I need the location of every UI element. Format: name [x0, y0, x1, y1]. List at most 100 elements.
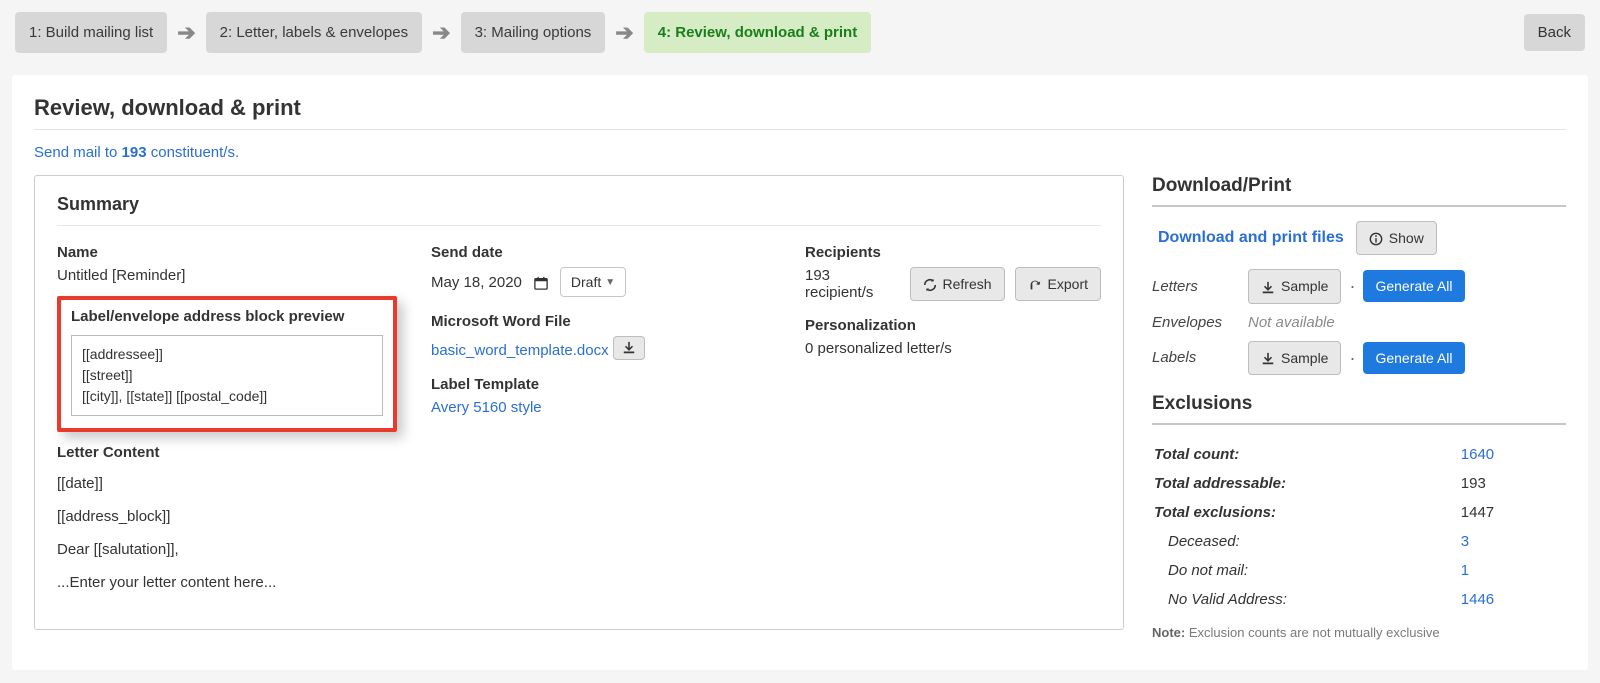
- download-icon: [1261, 350, 1275, 366]
- download-word-button[interactable]: [613, 336, 645, 360]
- label-template-label: Label Template: [431, 376, 791, 393]
- word-file-link[interactable]: basic_word_template.docx: [431, 342, 609, 359]
- preview-line: [[street]]: [82, 365, 372, 386]
- send-mail-count: 193: [122, 144, 147, 161]
- side-panel: Download/Print Download and print files …: [1152, 175, 1566, 640]
- refresh-label: Refresh: [943, 276, 992, 292]
- info-icon: [1369, 230, 1383, 246]
- name-value: Untitled [Reminder]: [57, 267, 417, 284]
- deceased-value[interactable]: 3: [1461, 533, 1469, 550]
- chevron-down-icon: ▼: [605, 277, 615, 288]
- dnm-value[interactable]: 1: [1461, 562, 1469, 579]
- word-file-label: Microsoft Word File: [431, 313, 791, 330]
- envelopes-row-label: Envelopes: [1152, 314, 1240, 331]
- arrow-icon: ➔: [615, 20, 633, 46]
- sample-label: Sample: [1281, 350, 1328, 366]
- download-heading: Download/Print: [1152, 175, 1566, 197]
- step-2[interactable]: 2: Letter, labels & envelopes: [206, 12, 422, 53]
- preview-label: Label/envelope address block preview: [71, 308, 383, 325]
- labels-sample-button[interactable]: Sample: [1248, 341, 1341, 375]
- show-button[interactable]: Show: [1356, 221, 1437, 255]
- table-row: Do not mail: 1: [1154, 557, 1564, 584]
- divider: [34, 129, 1566, 130]
- address-preview-highlight: Label/envelope address block preview [[a…: [57, 296, 397, 432]
- letter-content-label: Letter Content: [57, 444, 417, 461]
- name-label: Name: [57, 244, 417, 261]
- step-1[interactable]: 1: Build mailing list: [15, 12, 167, 53]
- status-label: Draft: [571, 274, 601, 290]
- letters-sample-button[interactable]: Sample: [1248, 269, 1341, 303]
- calendar-icon[interactable]: [534, 274, 548, 291]
- recipients-value: 193 recipient/s: [805, 267, 900, 301]
- download-icon: [1261, 278, 1275, 294]
- step-3[interactable]: 3: Mailing options: [461, 12, 606, 53]
- letters-row-label: Letters: [1152, 278, 1240, 295]
- show-label: Show: [1389, 230, 1424, 246]
- page-panel: Review, download & print Send mail to 19…: [12, 75, 1588, 670]
- wizard-steps-bar: 1: Build mailing list ➔ 2: Letter, label…: [0, 0, 1600, 65]
- col-recipients: Recipients 193 recipient/s Refresh Expor…: [805, 244, 1101, 599]
- label-template-link[interactable]: Avery 5160 style: [431, 399, 542, 416]
- refresh-button[interactable]: Refresh: [910, 267, 1005, 301]
- total-addressable-label: Total addressable:: [1154, 470, 1425, 497]
- preview-box: [[addressee]] [[street]] [[city]], [[sta…: [71, 335, 383, 416]
- total-addressable-value: 193: [1427, 470, 1564, 497]
- dnm-label: Do not mail:: [1154, 557, 1425, 584]
- letter-line: ...Enter your letter content here...: [57, 566, 417, 599]
- table-row: Total exclusions: 1447: [1154, 499, 1564, 526]
- divider: [1152, 205, 1566, 207]
- exclusions-heading: Exclusions: [1152, 393, 1566, 415]
- total-exclusions-label: Total exclusions:: [1154, 499, 1425, 526]
- labels-generate-button[interactable]: Generate All: [1363, 342, 1464, 374]
- export-button[interactable]: Export: [1015, 267, 1101, 301]
- send-mail-prefix: Send mail to: [34, 144, 122, 161]
- letter-line: [[date]]: [57, 467, 417, 500]
- personalization-value: 0 personalized letter/s: [805, 340, 1101, 357]
- letter-line: [[address_block]]: [57, 500, 417, 533]
- nva-label: No Valid Address:: [1154, 586, 1425, 613]
- labels-row-label: Labels: [1152, 349, 1240, 366]
- letter-line: Dear [[salutation]],: [57, 533, 417, 566]
- total-exclusions-value: 1447: [1427, 499, 1564, 526]
- table-row: No Valid Address: 1446: [1154, 586, 1564, 613]
- sample-label: Sample: [1281, 278, 1328, 294]
- table-row: Total addressable: 193: [1154, 470, 1564, 497]
- summary-card: Summary Name Untitled [Reminder] Label/e…: [34, 175, 1124, 630]
- deceased-label: Deceased:: [1154, 528, 1425, 555]
- preview-line: [[city]], [[state]] [[postal_code]]: [82, 386, 372, 407]
- total-count-label: Total count:: [1154, 441, 1425, 468]
- letter-content: [[date]] [[address_block]] Dear [[saluta…: [57, 467, 417, 599]
- preview-line: [[addressee]]: [82, 344, 372, 365]
- summary-heading: Summary: [57, 194, 1101, 215]
- note-text: Exclusion counts are not mutually exclus…: [1185, 625, 1439, 640]
- recipients-label: Recipients: [805, 244, 1101, 261]
- col-name: Name Untitled [Reminder] Label/envelope …: [57, 244, 417, 599]
- letters-generate-button[interactable]: Generate All: [1363, 270, 1464, 302]
- step-4-active[interactable]: 4: Review, download & print: [644, 12, 871, 53]
- col-send: Send date May 18, 2020 Draft ▼ Microsoft…: [431, 244, 791, 599]
- personalization-label: Personalization: [805, 317, 1101, 334]
- send-mail-suffix: constituent/s.: [147, 144, 240, 161]
- send-date-value: May 18, 2020: [431, 274, 522, 291]
- status-dropdown[interactable]: Draft ▼: [560, 267, 626, 297]
- export-icon: [1028, 276, 1042, 292]
- divider: [57, 225, 1101, 226]
- note-label: Note:: [1152, 625, 1185, 640]
- exclusions-table: Total count: 1640 Total addressable: 193…: [1152, 439, 1566, 615]
- divider: [1152, 423, 1566, 425]
- table-row: Total count: 1640: [1154, 441, 1564, 468]
- page-title: Review, download & print: [34, 95, 1566, 121]
- arrow-icon: ➔: [432, 20, 450, 46]
- table-row: Deceased: 3: [1154, 528, 1564, 555]
- nva-value[interactable]: 1446: [1461, 591, 1494, 608]
- download-print-files-link[interactable]: Download and print files: [1158, 229, 1344, 247]
- total-count-value[interactable]: 1640: [1461, 446, 1494, 463]
- envelopes-not-available: Not available: [1248, 314, 1566, 331]
- export-label: Export: [1048, 276, 1088, 292]
- send-date-label: Send date: [431, 244, 791, 261]
- arrow-icon: ➔: [177, 20, 195, 46]
- refresh-icon: [923, 276, 937, 292]
- exclusions-note: Note: Exclusion counts are not mutually …: [1152, 625, 1566, 640]
- send-mail-link[interactable]: Send mail to 193 constituent/s.: [34, 144, 1566, 161]
- back-button[interactable]: Back: [1524, 14, 1585, 51]
